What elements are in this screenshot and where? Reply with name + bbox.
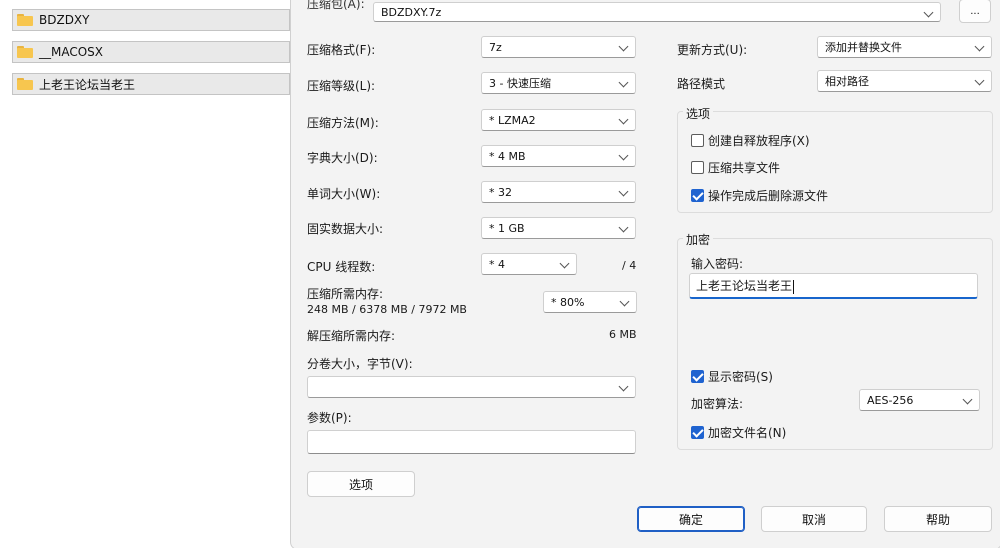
archive-name-value: BDZDXY.7z xyxy=(381,5,442,19)
dict-value: * 4 MB xyxy=(489,149,526,163)
file-name: __MACOSX xyxy=(39,45,104,59)
chevron-down-icon xyxy=(618,77,629,88)
chevron-down-icon xyxy=(974,41,985,52)
update-value: 添加并替换文件 xyxy=(825,41,902,54)
archive-name-combo[interactable]: BDZDXY.7z xyxy=(373,2,941,22)
folder-icon xyxy=(17,78,33,90)
delete-source-label: 操作完成后删除源文件 xyxy=(708,189,829,203)
solid-value: * 1 GB xyxy=(489,221,525,235)
decomp-label: 解压缩所需内存: xyxy=(307,329,396,343)
options-button[interactable]: 选项 xyxy=(307,471,415,497)
checkmark-icon xyxy=(691,189,704,202)
chevron-down-icon xyxy=(923,7,934,18)
browse-button[interactable]: ... xyxy=(959,0,991,23)
checkmark-icon xyxy=(691,370,704,383)
password-input[interactable]: 上老王论坛当老王 xyxy=(689,273,978,299)
decomp-value: 6 MB xyxy=(609,328,637,341)
file-item-macosx[interactable]: __MACOSX xyxy=(12,41,290,63)
mem-label: 压缩所需内存: xyxy=(307,287,384,301)
mem-percent-value: * 80% xyxy=(551,295,585,309)
chevron-down-icon xyxy=(962,394,973,405)
word-combo[interactable]: * 32 xyxy=(481,181,636,203)
delete-source-checkbox[interactable]: 操作完成后删除源文件 xyxy=(691,187,828,204)
enc-method-label: 加密算法: xyxy=(691,397,744,411)
dict-label: 字典大小(D): xyxy=(307,151,378,165)
chevron-down-icon xyxy=(618,381,629,392)
cpu-combo[interactable]: * 4 xyxy=(481,253,577,275)
chevron-down-icon xyxy=(618,41,629,52)
shared-label: 压缩共享文件 xyxy=(708,161,781,175)
checkbox-box xyxy=(691,134,704,147)
checkbox-box xyxy=(691,161,704,174)
method-value: * LZMA2 xyxy=(489,113,536,127)
cpu-value: * 4 xyxy=(489,257,505,271)
enc-method-value: AES-256 xyxy=(867,393,914,407)
update-label: 更新方式(U): xyxy=(677,43,748,57)
params-label: 参数(P): xyxy=(307,411,352,425)
word-value: * 32 xyxy=(489,185,512,199)
dict-combo[interactable]: * 4 MB xyxy=(481,145,636,167)
level-value: 3 - 快速压缩 xyxy=(489,77,551,90)
encrypt-names-checkbox[interactable]: 加密文件名(N) xyxy=(691,424,786,441)
file-item-laowang[interactable]: 上老王论坛当老王 xyxy=(12,73,290,95)
add-to-archive-dialog: 压缩包(A): BDZDXY.7z ... 压缩格式(F): 7z 压缩等级(L… xyxy=(290,0,1000,548)
chevron-down-icon xyxy=(618,150,629,161)
password-value: 上老王论坛当老王 xyxy=(696,279,793,293)
sfx-checkbox[interactable]: 创建自释放程序(X) xyxy=(691,132,810,149)
file-name: 上老王论坛当老王 xyxy=(39,77,136,92)
shared-checkbox[interactable]: 压缩共享文件 xyxy=(691,159,780,176)
format-combo[interactable]: 7z xyxy=(481,36,636,58)
cpu-label: CPU 线程数: xyxy=(307,260,376,274)
chevron-down-icon xyxy=(618,222,629,233)
options-group-title: 选项 xyxy=(683,105,714,122)
mem-percent-combo[interactable]: * 80% xyxy=(543,291,637,313)
folder-icon xyxy=(17,46,33,58)
file-name: BDZDXY xyxy=(39,13,90,27)
mem-detail: 248 MB / 6378 MB / 7972 MB xyxy=(307,303,467,316)
update-combo[interactable]: 添加并替换文件 xyxy=(817,36,992,58)
split-label: 分卷大小，字节(V): xyxy=(307,357,413,371)
format-value: 7z xyxy=(489,40,502,54)
chevron-down-icon xyxy=(618,114,629,125)
archive-label: 压缩包(A): xyxy=(307,0,365,11)
sfx-label: 创建自释放程序(X) xyxy=(708,134,810,148)
encryption-group-title: 加密 xyxy=(683,231,714,248)
chevron-down-icon xyxy=(974,75,985,86)
solid-label: 固实数据大小: xyxy=(307,222,384,236)
help-button[interactable]: 帮助 xyxy=(884,506,992,532)
ok-button[interactable]: 确定 xyxy=(637,506,745,532)
level-combo[interactable]: 3 - 快速压缩 xyxy=(481,72,636,94)
chevron-down-icon xyxy=(619,296,630,307)
path-value: 相对路径 xyxy=(825,75,869,88)
cancel-button[interactable]: 取消 xyxy=(761,506,867,532)
method-combo[interactable]: * LZMA2 xyxy=(481,109,636,131)
file-list: BDZDXY __MACOSX 上老王论坛当老王 xyxy=(0,0,290,548)
chevron-down-icon xyxy=(618,186,629,197)
encrypt-names-label: 加密文件名(N) xyxy=(708,426,787,440)
solid-combo[interactable]: * 1 GB xyxy=(481,217,636,239)
enc-method-combo[interactable]: AES-256 xyxy=(859,389,980,411)
params-input[interactable] xyxy=(307,430,636,454)
cpu-max: / 4 xyxy=(622,259,637,272)
path-label: 路径模式 xyxy=(677,77,726,91)
path-combo[interactable]: 相对路径 xyxy=(817,70,992,92)
checkmark-icon xyxy=(691,426,704,439)
split-combo[interactable] xyxy=(307,376,636,398)
format-label: 压缩格式(F): xyxy=(307,43,376,57)
chevron-down-icon xyxy=(559,258,570,269)
password-label: 输入密码: xyxy=(691,257,744,271)
folder-icon xyxy=(17,14,33,26)
text-caret xyxy=(793,279,795,294)
show-password-label: 显示密码(S) xyxy=(708,370,773,384)
method-label: 压缩方法(M): xyxy=(307,116,379,130)
word-label: 单词大小(W): xyxy=(307,187,381,201)
show-password-checkbox[interactable]: 显示密码(S) xyxy=(691,368,773,385)
level-label: 压缩等级(L): xyxy=(307,79,376,93)
file-item-bdzdxy[interactable]: BDZDXY xyxy=(12,9,290,31)
